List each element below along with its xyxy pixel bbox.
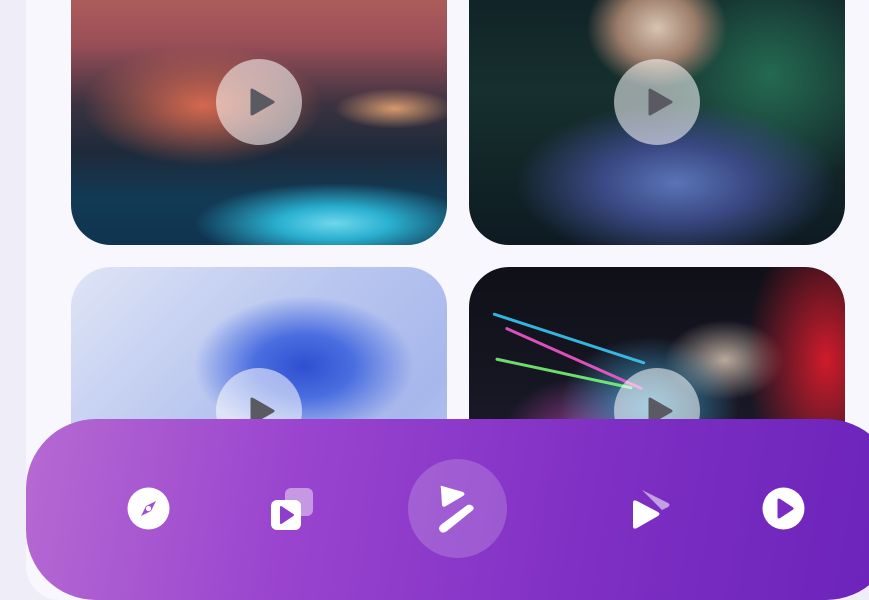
nav-explore[interactable] — [127, 487, 170, 530]
video-card[interactable] — [71, 0, 447, 245]
playlist-icon — [271, 488, 313, 530]
play-button[interactable] — [216, 59, 302, 145]
play-icon — [648, 88, 673, 116]
nav-play[interactable] — [762, 487, 805, 530]
nav-videos[interactable] — [628, 487, 672, 531]
video-card[interactable] — [469, 0, 845, 245]
play-circle-icon — [762, 487, 805, 530]
nav-home[interactable] — [408, 459, 507, 558]
play-button[interactable] — [614, 59, 700, 145]
play-icon — [250, 88, 275, 116]
compass-icon — [127, 487, 170, 530]
nav-library[interactable] — [269, 486, 315, 532]
brand-logo-icon — [438, 485, 474, 533]
tv-play-icon — [633, 490, 670, 529]
